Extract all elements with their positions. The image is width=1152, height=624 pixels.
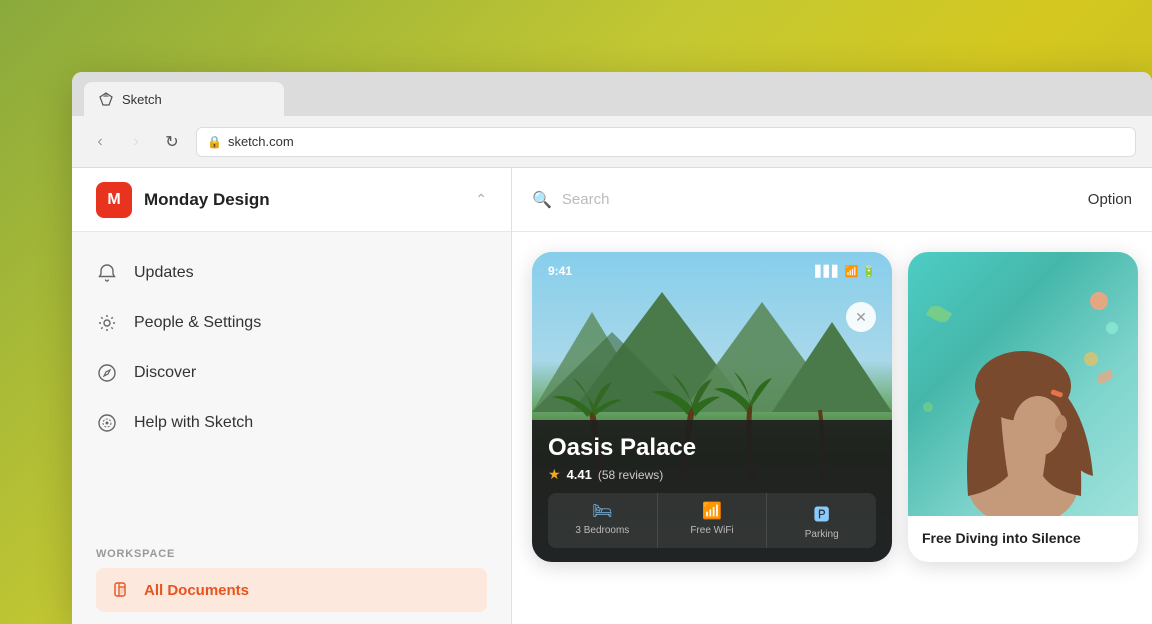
workspace-section-title: WORKSPACE (96, 548, 487, 560)
wifi-amenity-icon: 📶 (702, 501, 722, 521)
card-caption: Free Diving into Silence (908, 516, 1138, 562)
nav-item-updates[interactable]: Updates (72, 248, 511, 298)
amenity-wifi: 📶 Free WiFi (657, 493, 767, 548)
compass-icon (96, 362, 118, 384)
bedrooms-label: 3 Bedrooms (575, 525, 629, 536)
person-illustration (933, 296, 1113, 526)
workspace-avatar: M (96, 182, 132, 218)
nav-items: Updates People & Settings (72, 232, 511, 532)
back-button[interactable]: ‹ (88, 130, 112, 154)
lock-icon: 🔒 (207, 135, 222, 149)
wifi-icon: 📶 (845, 265, 859, 278)
search-bar: 🔍 Search Option (512, 168, 1152, 232)
status-bar: 9:41 ▋▋▋ 📶 🔋 (548, 264, 876, 278)
workspace-section: WORKSPACE All Documents (72, 532, 511, 624)
nav-item-discover[interactable]: Discover (72, 348, 511, 398)
parking-label: Parking (805, 529, 839, 540)
options-button[interactable]: Option (1088, 191, 1132, 208)
updates-label: Updates (134, 264, 194, 282)
status-time: 9:41 (548, 264, 572, 278)
rating-value: 4.41 (567, 467, 592, 482)
hotel-rating: ★ 4.41 (58 reviews) (548, 466, 876, 483)
wifi-label: Free WiFi (690, 525, 733, 536)
hotel-info: Oasis Palace ★ 4.41 (58 reviews) 🛏 3 Bed… (532, 420, 892, 562)
browser-tab[interactable]: Sketch (84, 82, 284, 116)
search-icon: 🔍 (532, 190, 552, 210)
address-bar: ‹ › ↻ 🔒 sketch.com (72, 116, 1152, 168)
reviews-text: (58 reviews) (598, 468, 663, 482)
status-icons: ▋▋▋ 📶 🔋 (815, 265, 876, 278)
decorative-dot-4 (923, 402, 933, 412)
signal-icon: ▋▋▋ (815, 265, 840, 278)
refresh-button[interactable]: ↻ (160, 130, 184, 154)
nav-item-help[interactable]: Help with Sketch (72, 398, 511, 448)
all-documents-item[interactable]: All Documents (96, 568, 487, 612)
people-settings-label: People & Settings (134, 314, 261, 332)
help-label: Help with Sketch (134, 414, 253, 432)
search-placeholder[interactable]: Search (562, 191, 1078, 208)
forward-button[interactable]: › (124, 130, 148, 154)
browser-window: Sketch ‹ › ↻ 🔒 sketch.com M Mond (72, 72, 1152, 624)
bed-icon: 🛏 (592, 501, 612, 521)
cards-area: 9:41 ▋▋▋ 📶 🔋 ✕ Oasis Palace ★ (512, 232, 1152, 624)
address-field[interactable]: 🔒 sketch.com (196, 127, 1136, 157)
address-text: sketch.com (228, 134, 294, 149)
battery-icon: 🔋 (862, 265, 876, 278)
right-content: 🔍 Search Option (512, 168, 1152, 624)
hotel-card[interactable]: 9:41 ▋▋▋ 📶 🔋 ✕ Oasis Palace ★ (532, 252, 892, 562)
amenity-bedrooms: 🛏 3 Bedrooms (548, 493, 657, 548)
tab-title: Sketch (122, 92, 162, 107)
person-card[interactable]: Free Diving into Silence (908, 252, 1138, 562)
gear-icon (96, 312, 118, 334)
hotel-name: Oasis Palace (548, 434, 876, 462)
chevron-icon: ⌃ (475, 191, 487, 208)
caption-text: Free Diving into Silence (922, 530, 1081, 546)
workspace-name: Monday Design (144, 190, 475, 210)
amenity-parking: 🅿 Parking (766, 493, 876, 548)
sketch-tab-icon (98, 91, 114, 107)
bell-icon (96, 262, 118, 284)
sidebar: M Monday Design ⌃ Updates (72, 168, 512, 624)
tab-bar: Sketch (72, 72, 1152, 116)
help-icon (96, 412, 118, 434)
star-icon: ★ (548, 466, 561, 483)
discover-label: Discover (134, 364, 196, 382)
nav-item-people-settings[interactable]: People & Settings (72, 298, 511, 348)
workspace-header[interactable]: M Monday Design ⌃ (72, 168, 511, 232)
main-content: M Monday Design ⌃ Updates (72, 168, 1152, 624)
hotel-amenities: 🛏 3 Bedrooms 📶 Free WiFi 🅿 Parking (548, 493, 876, 548)
all-documents-label: All Documents (144, 582, 249, 599)
close-button[interactable]: ✕ (846, 302, 876, 332)
parking-icon: 🅿 (814, 501, 830, 525)
documents-icon (112, 580, 132, 600)
